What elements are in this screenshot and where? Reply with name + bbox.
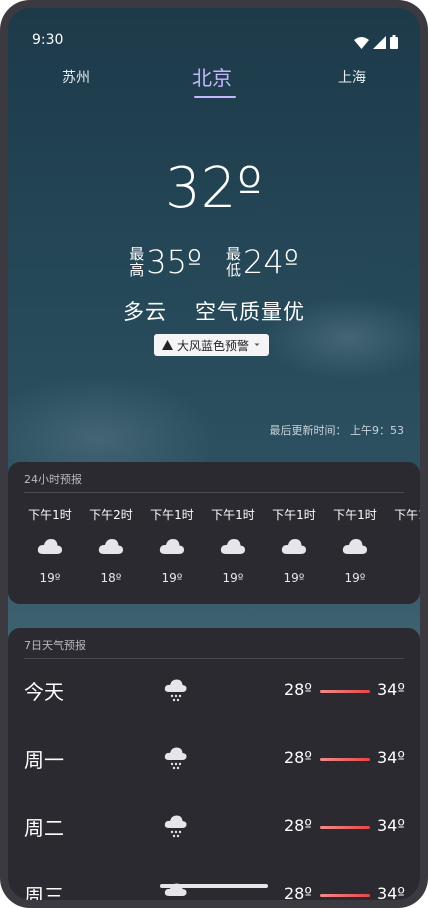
condition-text: 多云 [123,300,167,324]
cloud-icon [220,539,246,554]
hourly-item: 下午1时 19º [150,508,194,585]
high-label: 最 高 [129,245,145,279]
low-temp: 28º [284,884,312,900]
warning-icon [162,340,173,350]
divider [24,492,404,493]
rain-cloud-icon [164,815,187,838]
status-bar: 9:30 [8,8,420,56]
hourly-item: 下午1时 19º [333,508,377,585]
air-quality-text: 空气质量优 [195,300,305,324]
hourly-forecast-card: 24小时预报 下午1时 19º 下午2时 18º 下午1时 19º 下午1时 1… [8,462,420,604]
low-temp: 28º [284,748,312,767]
battery-icon [390,35,398,49]
tab-beijing[interactable]: 北京 [192,62,232,91]
rain-cloud-icon [164,679,187,702]
hourly-item-partial: 下午1时 [394,508,420,522]
city-tabs: 苏州 北京 上海 [8,56,420,106]
temp-range-bar [320,690,370,693]
hourly-item: 下午1时 19º [272,508,316,585]
daily-row[interactable]: 周二 28º 34º [8,806,420,846]
cloud-icon [342,539,368,554]
cloud-icon [159,539,185,554]
weather-alert-chip[interactable]: 大风蓝色预警 [154,334,270,356]
hourly-title: 24小时预报 [24,473,82,486]
temp-range-bar [320,758,370,761]
divider [24,658,404,659]
high-temp: 34º [377,748,405,767]
day-name: 周二 [24,816,64,840]
daily-forecast-card: 7日天气预报 今天 28º 34º 周一 28º 34º 周二 28º 34º … [8,628,420,900]
day-name: 周三 [24,884,64,900]
hourly-item: 下午1时 19º [28,508,72,585]
alert-text: 大风蓝色预警 [177,338,250,353]
condition-row: 多云 空气质量优 [8,296,420,326]
hourly-item: 下午2时 18º [89,508,133,585]
high-value: 35º [146,243,202,281]
daily-row[interactable]: 周一 28º 34º [8,738,420,778]
tab-suzhou[interactable]: 苏州 [62,67,90,87]
low-label: 最 低 [226,245,242,279]
home-indicator[interactable] [160,884,268,888]
high-temp: 34º [377,680,405,699]
low-temp: 最 低 24º [226,242,299,282]
cloud-icon [281,539,307,554]
cloud-icon [37,539,63,554]
hourly-list[interactable]: 下午1时 19º 下午2时 18º 下午1时 19º 下午1时 19º 下午1时… [8,506,420,602]
high-temp: 34º [377,816,405,835]
chevron-down-icon [254,343,260,346]
day-name: 今天 [24,680,64,704]
temp-range-bar [320,894,370,897]
device-frame: 9:30 苏州 北京 上海 32º 最 高 35º 最 低 24º 多云 空气质… [0,0,428,908]
last-updated: 最后更新时间： 上午9：53 [269,424,405,437]
temp-range-bar [320,826,370,829]
daily-row[interactable]: 今天 28º 34º [8,670,420,710]
high-low-row: 最 高 35º 最 低 24º [8,242,420,282]
tab-shanghai[interactable]: 上海 [338,67,366,87]
hourly-item: 下午1时 19º [211,508,255,585]
rain-cloud-icon [164,747,187,770]
active-tab-indicator [194,96,236,98]
day-name: 周一 [24,748,64,772]
low-temp: 28º [284,680,312,699]
cloud-icon [98,539,124,554]
current-temperature: 32º [165,156,263,221]
high-temp: 最 高 35º [129,242,202,282]
low-temp: 28º [284,816,312,835]
status-time: 9:30 [32,32,64,48]
wifi-icon [354,37,369,49]
low-value: 24º [243,243,299,281]
system-icons [354,35,398,49]
daily-title: 7日天气预报 [24,639,86,652]
high-temp: 34º [377,884,405,900]
signal-icon [373,36,386,49]
weather-screen: 9:30 苏州 北京 上海 32º 最 高 35º 最 低 24º 多云 空气质… [8,8,420,900]
